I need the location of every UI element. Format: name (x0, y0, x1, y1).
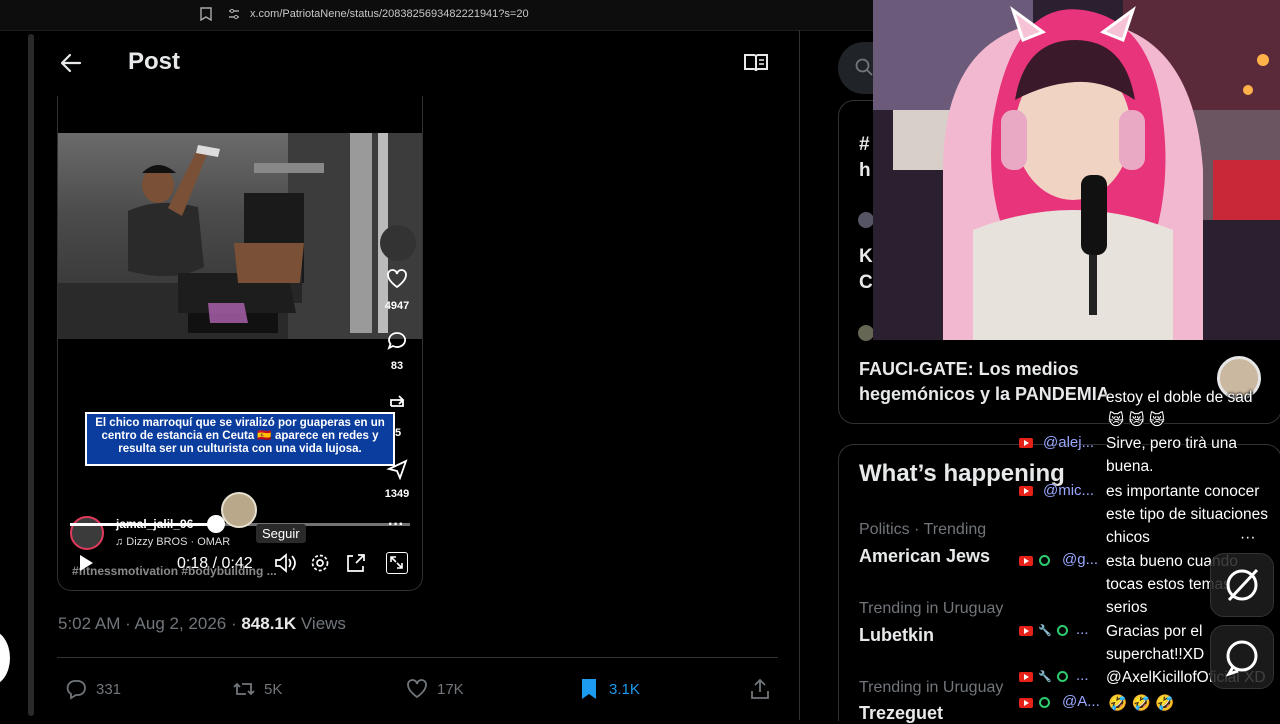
repost-button[interactable]: 5K (232, 676, 282, 702)
comment-icon[interactable] (386, 330, 408, 352)
music-label: ♫ Dizzy BROS · OMAR (115, 536, 231, 548)
video-frame[interactable] (58, 133, 422, 339)
video-progress-fill (70, 523, 217, 526)
trend-name[interactable]: American Jews (859, 546, 990, 567)
page-title: Post (128, 48, 181, 75)
member-badge-icon (1039, 555, 1050, 566)
back-arrow-icon[interactable] (60, 52, 82, 74)
gear-icon[interactable] (310, 553, 330, 573)
whats-happening-title: What’s happening (859, 460, 1065, 487)
like-button[interactable]: 17K (405, 676, 464, 702)
chat-username[interactable]: ... (1076, 621, 1089, 638)
video-save-count: 1349 (384, 488, 410, 500)
live-title[interactable]: FAUCI-GATE: Los medios hegemónicos y la … (859, 357, 1139, 407)
youtube-icon (1019, 672, 1033, 682)
post-timestamp: 5:02 AM · Aug 2, 2026 · 848.1K Views (58, 614, 346, 634)
follow-tooltip[interactable]: Seguir (256, 524, 306, 543)
bookmark-icon (582, 679, 596, 699)
video-comment-count: 83 (390, 360, 404, 372)
page-scrollbar[interactable] (28, 34, 34, 716)
member-badge-icon (1039, 697, 1050, 708)
youtube-icon (1019, 486, 1033, 496)
repost-count: 5K (264, 680, 283, 698)
messages-button[interactable] (1210, 625, 1274, 689)
divider (57, 657, 778, 658)
overlay-circle (0, 630, 10, 686)
video-caption: El chico marroquí que se viralizó por gu… (85, 412, 395, 466)
chat-username[interactable]: ... (1076, 667, 1089, 684)
view-count[interactable]: 848.1K (241, 614, 296, 633)
trend-meta: Trending in Uruguay (859, 679, 1004, 696)
avatar (858, 212, 874, 228)
watermark-logo (221, 492, 257, 528)
volume-icon[interactable] (274, 553, 296, 573)
member-badge-icon (1057, 671, 1068, 682)
chat-message: Sirve, pero tirà una buena. (1106, 435, 1237, 475)
moderator-wrench-icon: 🔧 (1038, 625, 1052, 637)
browser-url-bar[interactable]: x.com/PatriotaNene/status/20838256934822… (0, 0, 875, 31)
creator-avatar[interactable] (70, 516, 104, 550)
trend-meta: Trending in Uruguay (859, 600, 1004, 617)
trend-fragment-2[interactable]: K C (859, 244, 873, 296)
chat-more-button[interactable]: ··· (1240, 526, 1256, 549)
send-icon[interactable] (386, 458, 408, 480)
views-label: Views (296, 614, 346, 633)
chat-username[interactable]: @alej... (1043, 434, 1094, 451)
youtube-icon (1019, 438, 1033, 448)
youtube-icon (1019, 698, 1033, 708)
trend-fragment[interactable]: # h (859, 132, 871, 184)
member-badge-icon (1057, 625, 1068, 636)
youtube-icon (1019, 626, 1033, 636)
heart-icon[interactable] (386, 268, 408, 290)
video-player[interactable]: El chico marroquí que se viralizó por gu… (57, 96, 423, 591)
video-time: 0:18 / 0:42 (177, 555, 253, 572)
chat-message: 🤣 🤣 🤣 (1108, 695, 1175, 712)
avatar (858, 325, 874, 341)
site-settings-icon[interactable] (228, 8, 240, 20)
reply-icon (66, 680, 86, 700)
chat-message: 😿 😿 😿 (1108, 412, 1166, 429)
share-button[interactable] (748, 676, 772, 702)
trend-name[interactable]: Lubetkin (859, 625, 934, 646)
bookmark-button[interactable]: 3.1K (577, 676, 640, 702)
chat-message: estoy el doble de sad (1106, 389, 1253, 406)
picture-in-picture-icon[interactable] (346, 553, 366, 573)
reader-mode-icon[interactable] (743, 53, 769, 73)
trend-meta: Politics · Trending (859, 521, 987, 538)
youtube-icon (1019, 556, 1033, 566)
webcam-scene (873, 0, 1280, 340)
message-icon (1225, 640, 1258, 677)
chat-username[interactable]: @g... (1062, 551, 1098, 568)
timestamp-text[interactable]: 5:02 AM · Aug 2, 2026 · (58, 614, 241, 633)
search-icon[interactable] (855, 58, 873, 76)
grok-icon (1226, 568, 1259, 602)
moderator-wrench-icon: 🔧 (1038, 671, 1052, 683)
share-icon[interactable] (386, 392, 408, 414)
bookmark-star-icon[interactable] (200, 7, 212, 21)
repost-icon (233, 682, 255, 696)
streamer-webcam (873, 0, 1280, 340)
gym-scene (58, 133, 422, 339)
reply-count: 331 (96, 680, 122, 698)
chat-username[interactable]: @A... (1062, 693, 1100, 710)
play-icon[interactable] (78, 554, 94, 572)
grok-button[interactable] (1210, 553, 1274, 617)
heart-icon (407, 679, 427, 699)
like-count: 17K (437, 680, 464, 698)
fullscreen-icon[interactable] (386, 552, 408, 574)
chat-username[interactable]: @mic... (1043, 482, 1094, 499)
share-icon (751, 678, 769, 699)
video-like-count: 4947 (384, 300, 410, 312)
url-text[interactable]: x.com/PatriotaNene/status/20838256934822… (250, 8, 529, 20)
chat-message: Gracias por el superchat!!XD (1106, 623, 1205, 663)
reply-button[interactable]: 331 (64, 676, 121, 702)
trend-name[interactable]: Trezeguet (859, 703, 943, 724)
bookmark-count: 3.1K (609, 680, 640, 698)
video-share-count: 5 (394, 427, 402, 439)
